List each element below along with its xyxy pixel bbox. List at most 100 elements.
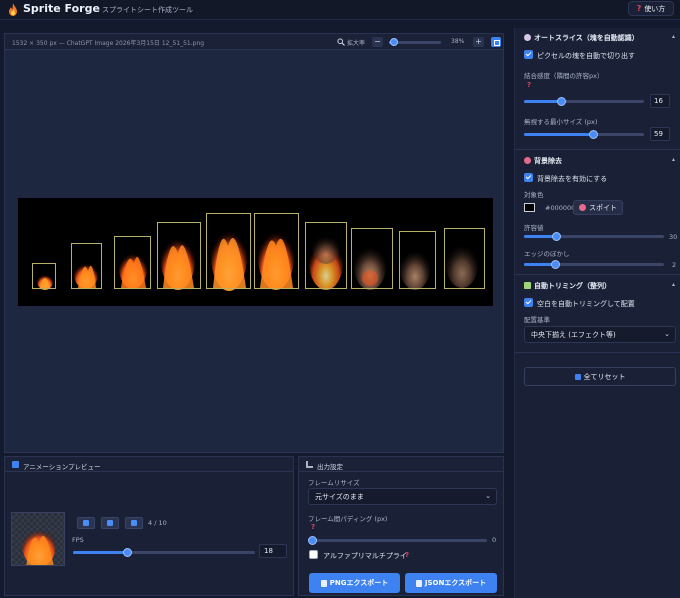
file-info: 1532 × 350 px — ChatGPT Image 2026年3月15日… (12, 40, 205, 47)
scissors-icon (524, 34, 531, 41)
auto-detect-label: ピクセルの塊を自動で切り出す (537, 52, 635, 60)
help-button-label: 使い方 (644, 4, 666, 13)
merge-help-icon[interactable]: ? (527, 81, 531, 89)
align-select[interactable]: 中央下揃え (エフェクト等) ⌄ (524, 326, 676, 343)
question-icon: ? (636, 4, 642, 13)
auto-trim-header[interactable]: 自動トリミング（整列） ▴ (524, 281, 676, 293)
frame-bounding-box[interactable] (399, 231, 436, 289)
app-header: Sprite Forge スプライトシート作成ツール ? 使い方 (0, 0, 680, 20)
play-pause-button[interactable] (101, 517, 119, 529)
min-size-slider-fill (524, 133, 594, 136)
settings-sidebar: オートスライス（塊を自動認識） ▴ ピクセルの塊を自動で切り出す 結合感度（隣間… (514, 28, 680, 598)
reset-all-label: 全てリセット (583, 372, 626, 381)
chevron-up-icon: ▴ (672, 33, 676, 40)
frame-bounding-box[interactable] (71, 243, 102, 289)
help-button[interactable]: ? 使い方 (628, 1, 674, 16)
padding-slider-thumb[interactable] (308, 536, 317, 545)
auto-slice-header[interactable]: オートスライス（塊を自動認識） ▴ (524, 33, 676, 45)
padding-help-icon[interactable]: ? (311, 523, 315, 531)
resize-select[interactable]: 元サイズのまま ⌄ (308, 488, 497, 505)
fit-to-screen-button[interactable] (491, 37, 501, 47)
target-color-hex: #000000 (545, 204, 576, 212)
png-export-button[interactable]: PNGエクスポート (309, 573, 400, 593)
chevron-up-icon: ▴ (672, 281, 676, 288)
min-size-slider-thumb[interactable] (589, 130, 598, 139)
previous-icon (83, 520, 89, 526)
output-panel-title: 出力設定 (317, 463, 343, 471)
padding-label: フレーム間パディング (px) (308, 515, 388, 523)
canvas-toolbar: 1532 × 350 px — ChatGPT Image 2026年3月15日… (5, 34, 503, 50)
min-size-input[interactable]: 59 (650, 127, 670, 141)
section-divider (515, 149, 680, 150)
bg-removal-checkbox[interactable] (524, 173, 533, 182)
eyedropper-button[interactable]: スポイト (573, 200, 623, 215)
previous-frame-button[interactable] (77, 517, 95, 529)
json-export-button[interactable]: JSONエクスポート (405, 573, 497, 593)
auto-trim-checkbox[interactable] (524, 298, 533, 307)
align-select-value: 中央下揃え (エフェクト等) (531, 331, 616, 339)
min-size-label: 無視する最小サイズ (px) (524, 118, 598, 126)
next-frame-button[interactable] (125, 517, 143, 529)
ruler-icon (306, 461, 313, 468)
animation-preview-canvas (11, 512, 65, 566)
pause-icon (107, 520, 113, 526)
resize-label: フレームリサイズ (308, 479, 360, 487)
document-icon (415, 579, 422, 587)
frame-bounding-box[interactable] (444, 228, 485, 289)
premultiply-help-icon[interactable]: ? (405, 551, 409, 559)
frame-bounding-box[interactable] (157, 222, 201, 289)
padding-slider-track[interactable] (311, 539, 487, 542)
tolerance-slider-thumb[interactable] (552, 232, 561, 241)
feather-slider-thumb[interactable] (551, 260, 560, 269)
merge-input[interactable]: 16 (650, 94, 670, 108)
feather-value: 2 (672, 261, 677, 269)
sprite-sheet-canvas[interactable] (18, 198, 493, 306)
fps-slider-thumb[interactable] (123, 548, 132, 557)
target-color-swatch[interactable] (524, 203, 535, 212)
animation-preview-panel: アニメーションプレビュー 4 / 10 FPS 18 (4, 456, 294, 596)
chevron-down-icon: ⌄ (664, 330, 670, 338)
auto-trim-title: 自動トリミング（整列） (534, 282, 611, 290)
frame-bounding-box[interactable] (114, 236, 151, 289)
fps-slider-fill (73, 551, 128, 554)
premultiply-checkbox[interactable] (309, 550, 318, 559)
premultiply-label: アルファプリマルチプライ (323, 552, 407, 560)
preview-flame-image (22, 523, 56, 565)
download-icon (320, 579, 327, 587)
section-divider (515, 352, 680, 353)
next-icon (131, 520, 137, 526)
auto-trim-label: 空白を自動トリミングして配置 (537, 300, 635, 308)
bg-removal-header[interactable]: 背景除去 ▴ (524, 156, 676, 168)
fps-input[interactable]: 18 (259, 544, 287, 558)
zoom-in-button[interactable]: + (473, 37, 484, 47)
zoom-value: 38% (451, 38, 465, 45)
feather-label: エッジのぼかし (524, 250, 570, 258)
merge-slider-thumb[interactable] (557, 97, 566, 106)
auto-detect-checkbox[interactable] (524, 50, 533, 59)
merge-sensitivity-label: 結合感度（隣間の許容px） (524, 72, 604, 80)
app-title: Sprite Forge (23, 2, 100, 15)
magnifier-icon (337, 38, 345, 46)
frame-counter: 4 / 10 (148, 519, 167, 527)
chevron-up-icon: ▴ (672, 156, 676, 163)
zoom-slider-thumb[interactable] (390, 38, 398, 46)
reset-icon (574, 373, 581, 380)
eyedropper-label: スポイト (589, 203, 617, 212)
reset-all-button[interactable]: 全てリセット (524, 367, 676, 386)
padding-value: 0 (492, 536, 497, 544)
json-export-label: JSONエクスポート (424, 579, 487, 587)
frame-bounding-box[interactable] (351, 228, 393, 289)
bg-removal-label: 背景除去を有効にする (537, 175, 608, 183)
palette-icon (524, 157, 531, 164)
frame-bounding-box[interactable] (32, 263, 56, 289)
frame-bounding-box[interactable] (206, 213, 251, 289)
target-color-label: 対象色 (524, 191, 544, 199)
tolerance-value: 30 (669, 233, 678, 241)
section-divider (515, 274, 680, 275)
zoom-out-button[interactable]: − (372, 37, 383, 47)
film-icon (12, 461, 19, 468)
frame-bounding-box[interactable] (305, 222, 347, 289)
fps-label: FPS (72, 536, 84, 544)
frame-bounding-box[interactable] (254, 213, 299, 289)
ruler-icon (524, 282, 531, 289)
